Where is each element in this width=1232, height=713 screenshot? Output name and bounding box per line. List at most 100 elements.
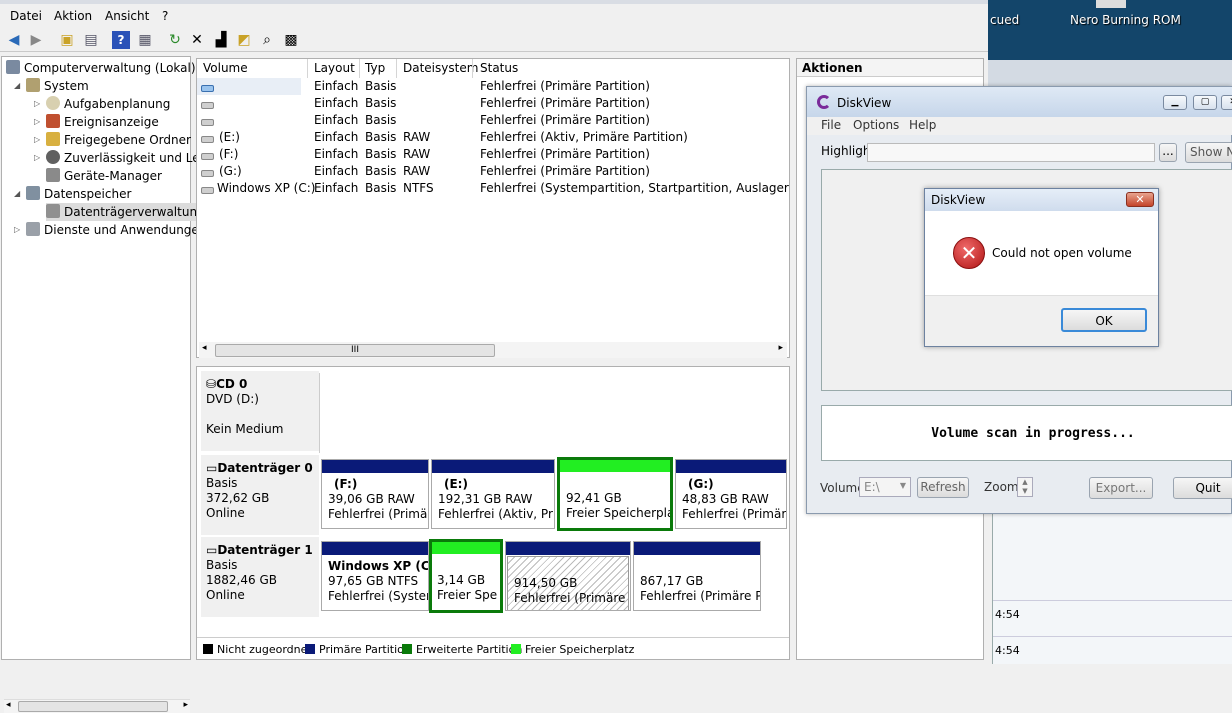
expand-icon[interactable]: ▷ [14,221,20,239]
tools-icon [26,78,40,92]
settings-icon[interactable]: ▩ [282,31,300,49]
partition-status: Fehlerfrei (Primäre Pa [514,591,631,605]
nero-icon[interactable] [1096,0,1126,8]
menu-file[interactable]: File [821,118,841,132]
quit-button[interactable]: Quit [1173,477,1232,499]
zoom-spinner[interactable]: ▲ ▼ [1017,477,1033,497]
menu-help[interactable]: Help [909,118,936,132]
table-row[interactable]: (G:) Einfach Basis RAW Fehlerfrei (Primä… [197,163,789,180]
show-hide-tree-icon[interactable]: ▤ [82,31,100,49]
col-divider[interactable] [307,59,308,78]
partition-bar [506,542,630,555]
menu-aktion[interactable]: Aktion [54,9,92,23]
tree-zuverlaessigkeit[interactable]: ▷ Zuverlässigkeit und Leis [34,149,209,167]
table-row[interactable]: Einfach Basis Fehlerfrei (Primäre Partit… [197,95,789,112]
partition-e[interactable]: (E:) 192,31 GB RAW Fehlerfrei (Aktiv, Prim [431,459,555,529]
tree-datentraegerverwaltung[interactable]: Datenträgerverwaltung [46,203,209,221]
close-icon[interactable]: ✕ [1126,192,1154,207]
tree-dienste[interactable]: ▷ Dienste und Anwendungen [14,221,206,239]
volume-select[interactable]: E:\ ▼ [859,477,911,497]
menu-help[interactable]: ? [162,9,168,23]
partition-label: (E:) [444,477,468,491]
ok-button[interactable]: OK [1061,308,1147,332]
col-dateisystem[interactable]: Dateisystem [403,61,478,75]
tree-aufgabenplanung[interactable]: ▷ Aufgabenplanung [34,95,170,113]
highlight-input[interactable] [867,143,1155,162]
refresh-icon[interactable]: ↻ [166,31,184,49]
open-folder-icon[interactable]: ◩ [235,31,253,49]
tree-root[interactable]: Computerverwaltung (Lokal) [6,59,196,77]
up-folder-icon[interactable]: ▣ [58,31,76,49]
partition-free-space-disk1[interactable]: 3,14 GB Freier Spe [429,539,503,613]
col-status[interactable]: Status [480,61,518,75]
menu-datei[interactable]: Datei [10,9,42,23]
expand-icon[interactable]: ◢ [14,77,20,95]
menu-options[interactable]: Options [853,118,899,132]
partition-867gb[interactable]: 867,17 GB Fehlerfrei (Primäre Pa [633,541,761,611]
partition-914gb[interactable]: 914,50 GB Fehlerfrei (Primäre Pa [505,541,631,611]
search-icon[interactable]: ⌕ [258,31,276,49]
diskview-titlebar[interactable]: DiskView ▁ ▢ ✕ [807,87,1232,117]
dialog-titlebar[interactable]: DiskView ✕ [925,189,1158,211]
cd0-label[interactable]: ⛁CD 0 DVD (D:) Kein Medium [201,371,319,451]
col-layout[interactable]: Layout [314,61,355,75]
col-divider[interactable] [472,59,473,78]
partition-free-space-disk0[interactable]: 92,41 GB Freier Speicherplat [557,457,673,531]
menu-ansicht[interactable]: Ansicht [105,9,149,23]
properties-icon[interactable]: ▟ [212,31,230,49]
action-pane-icon[interactable]: ▦ [136,31,154,49]
expand-icon[interactable]: ▷ [34,131,40,149]
table-row[interactable]: Einfach Basis Fehlerfrei (Primäre Partit… [197,78,789,95]
browse-button[interactable]: ... [1159,143,1177,162]
tree-freigegebene-ordner[interactable]: ▷ Freigegebene Ordner [34,131,191,149]
tree-horizontal-scrollbar[interactable]: ◂ ▸ [4,699,190,713]
tree-datenspeicher[interactable]: ◢ Datenspeicher [14,185,131,203]
scroll-thumb[interactable]: III [215,344,495,357]
scroll-left-icon[interactable]: ◂ [202,343,207,353]
partition-f[interactable]: (F:) 39,06 GB RAW Fehlerfrei (Primäre [321,459,429,529]
help-icon[interactable]: ? [112,31,130,49]
minimize-icon[interactable]: ▁ [1163,95,1187,110]
dialog-message: Could not open volume [992,246,1132,260]
legend-swatch [402,644,412,654]
tree-ereignisanzeige[interactable]: ▷ Ereignisanzeige [34,113,159,131]
maximize-icon[interactable]: ▢ [1193,95,1217,110]
scroll-left-icon[interactable]: ◂ [6,700,11,710]
table-row[interactable]: Windows XP (C:) Einfach Basis NTFS Fehle… [197,180,789,197]
expand-icon[interactable]: ▷ [34,113,40,131]
expand-icon[interactable]: ▷ [34,149,40,167]
refresh-button[interactable]: Refresh [917,477,969,498]
partition-c[interactable]: Windows XP (C:) 97,65 GB NTFS Fehlerfrei (… [321,541,429,611]
partition-size: 914,50 GB [514,576,578,590]
table-row[interactable]: Einfach Basis Fehlerfrei (Primäre Partit… [197,112,789,129]
cell-volume: (G:) [219,164,242,178]
close-icon[interactable]: ✕ [1221,95,1232,110]
legend-swatch [203,644,213,654]
disk1-label[interactable]: ▭Datenträger 1 Basis 1882,46 GB Online [201,537,319,617]
table-row[interactable]: (E:) Einfach Basis RAW Fehlerfrei (Aktiv… [197,129,789,146]
desktop-icon-label[interactable]: Nero Burning ROM [1070,13,1181,27]
export-button[interactable]: Export... [1089,477,1153,499]
scroll-thumb[interactable] [18,701,168,712]
dialog-footer: OK [925,295,1158,346]
tree-geraete-manager[interactable]: Geräte-Manager [46,167,162,185]
table-row[interactable]: (F:) Einfach Basis RAW Fehlerfrei (Primä… [197,146,789,163]
scroll-right-icon[interactable]: ▸ [183,700,188,710]
partition-g[interactable]: (G:) 48,83 GB RAW Fehlerfrei (Primäre [675,459,787,529]
forward-icon[interactable]: ▶ [27,31,45,49]
col-divider[interactable] [359,59,360,78]
show-next-button[interactable]: Show Ne [1185,142,1232,163]
scroll-right-icon[interactable]: ▸ [778,343,783,353]
volume-list-horizontal-scrollbar[interactable]: ◂ III ▸ [199,342,787,358]
partition-label [437,558,495,573]
tree-system[interactable]: ◢ System [14,77,89,95]
col-volume[interactable]: Volume [203,61,248,75]
disk0-label[interactable]: ▭Datenträger 0 Basis 372,62 GB Online [201,455,319,535]
back-icon[interactable]: ◀ [5,31,23,49]
col-divider[interactable] [396,59,397,78]
desktop-icon-label[interactable]: cued [990,13,1019,27]
col-typ[interactable]: Typ [365,61,385,75]
expand-icon[interactable]: ▷ [34,95,40,113]
collapse-icon[interactable]: ◢ [14,185,20,203]
delete-icon[interactable]: ✕ [188,31,206,49]
